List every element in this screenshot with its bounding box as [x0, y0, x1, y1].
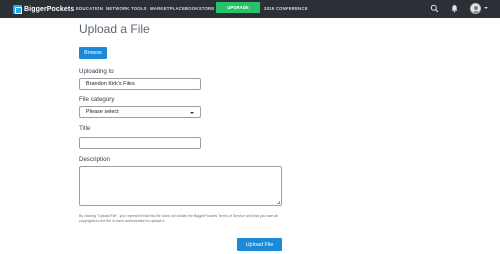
uploading-to-field[interactable]: Brandon Kirk's Files	[79, 78, 201, 90]
resize-handle[interactable]	[277, 201, 280, 204]
description-textarea[interactable]	[79, 166, 282, 206]
nav-network[interactable]: NETWORK	[106, 6, 130, 11]
browse-button[interactable]: Browse	[79, 47, 107, 59]
avatar[interactable]	[470, 3, 481, 14]
nav-2019-conference[interactable]: 2019 CONFERENCE	[264, 6, 308, 11]
upload-file-button[interactable]: Upload File	[237, 238, 282, 251]
biggerpockets-logo[interactable]: BiggerPockets	[13, 4, 74, 14]
uploading-to-value: Brandon Kirk's Files	[86, 81, 135, 87]
title-input[interactable]	[79, 137, 201, 149]
upload-disclaimer: By clicking "Upload File", you represent…	[79, 214, 278, 223]
description-label: Description	[79, 156, 110, 163]
page-title: Upload a File	[79, 22, 150, 36]
nav-marketplace[interactable]: MARKETPLACE	[150, 6, 185, 11]
file-category-label: File category	[79, 96, 115, 103]
nav-bookstore[interactable]: BOOKSTORE	[185, 6, 214, 11]
chevron-down-icon	[190, 111, 194, 114]
nav-tools[interactable]: TOOLS	[131, 6, 147, 11]
search-icon[interactable]	[430, 4, 439, 13]
top-navigation-bar: BiggerPockets EDUCATION NETWORK TOOLS MA…	[0, 0, 500, 18]
upgrade-button[interactable]: UPGRADE	[216, 2, 260, 13]
file-category-selected: Please select	[86, 109, 119, 115]
logo-icon	[13, 4, 22, 14]
uploading-to-label: Uploading to	[79, 68, 114, 75]
bell-icon[interactable]	[450, 4, 459, 13]
chevron-down-icon[interactable]	[484, 7, 488, 9]
logo-text: BiggerPockets	[24, 5, 75, 13]
title-label: Title	[79, 125, 91, 132]
file-category-select[interactable]: Please select	[79, 106, 201, 118]
nav-education[interactable]: EDUCATION	[76, 6, 103, 11]
